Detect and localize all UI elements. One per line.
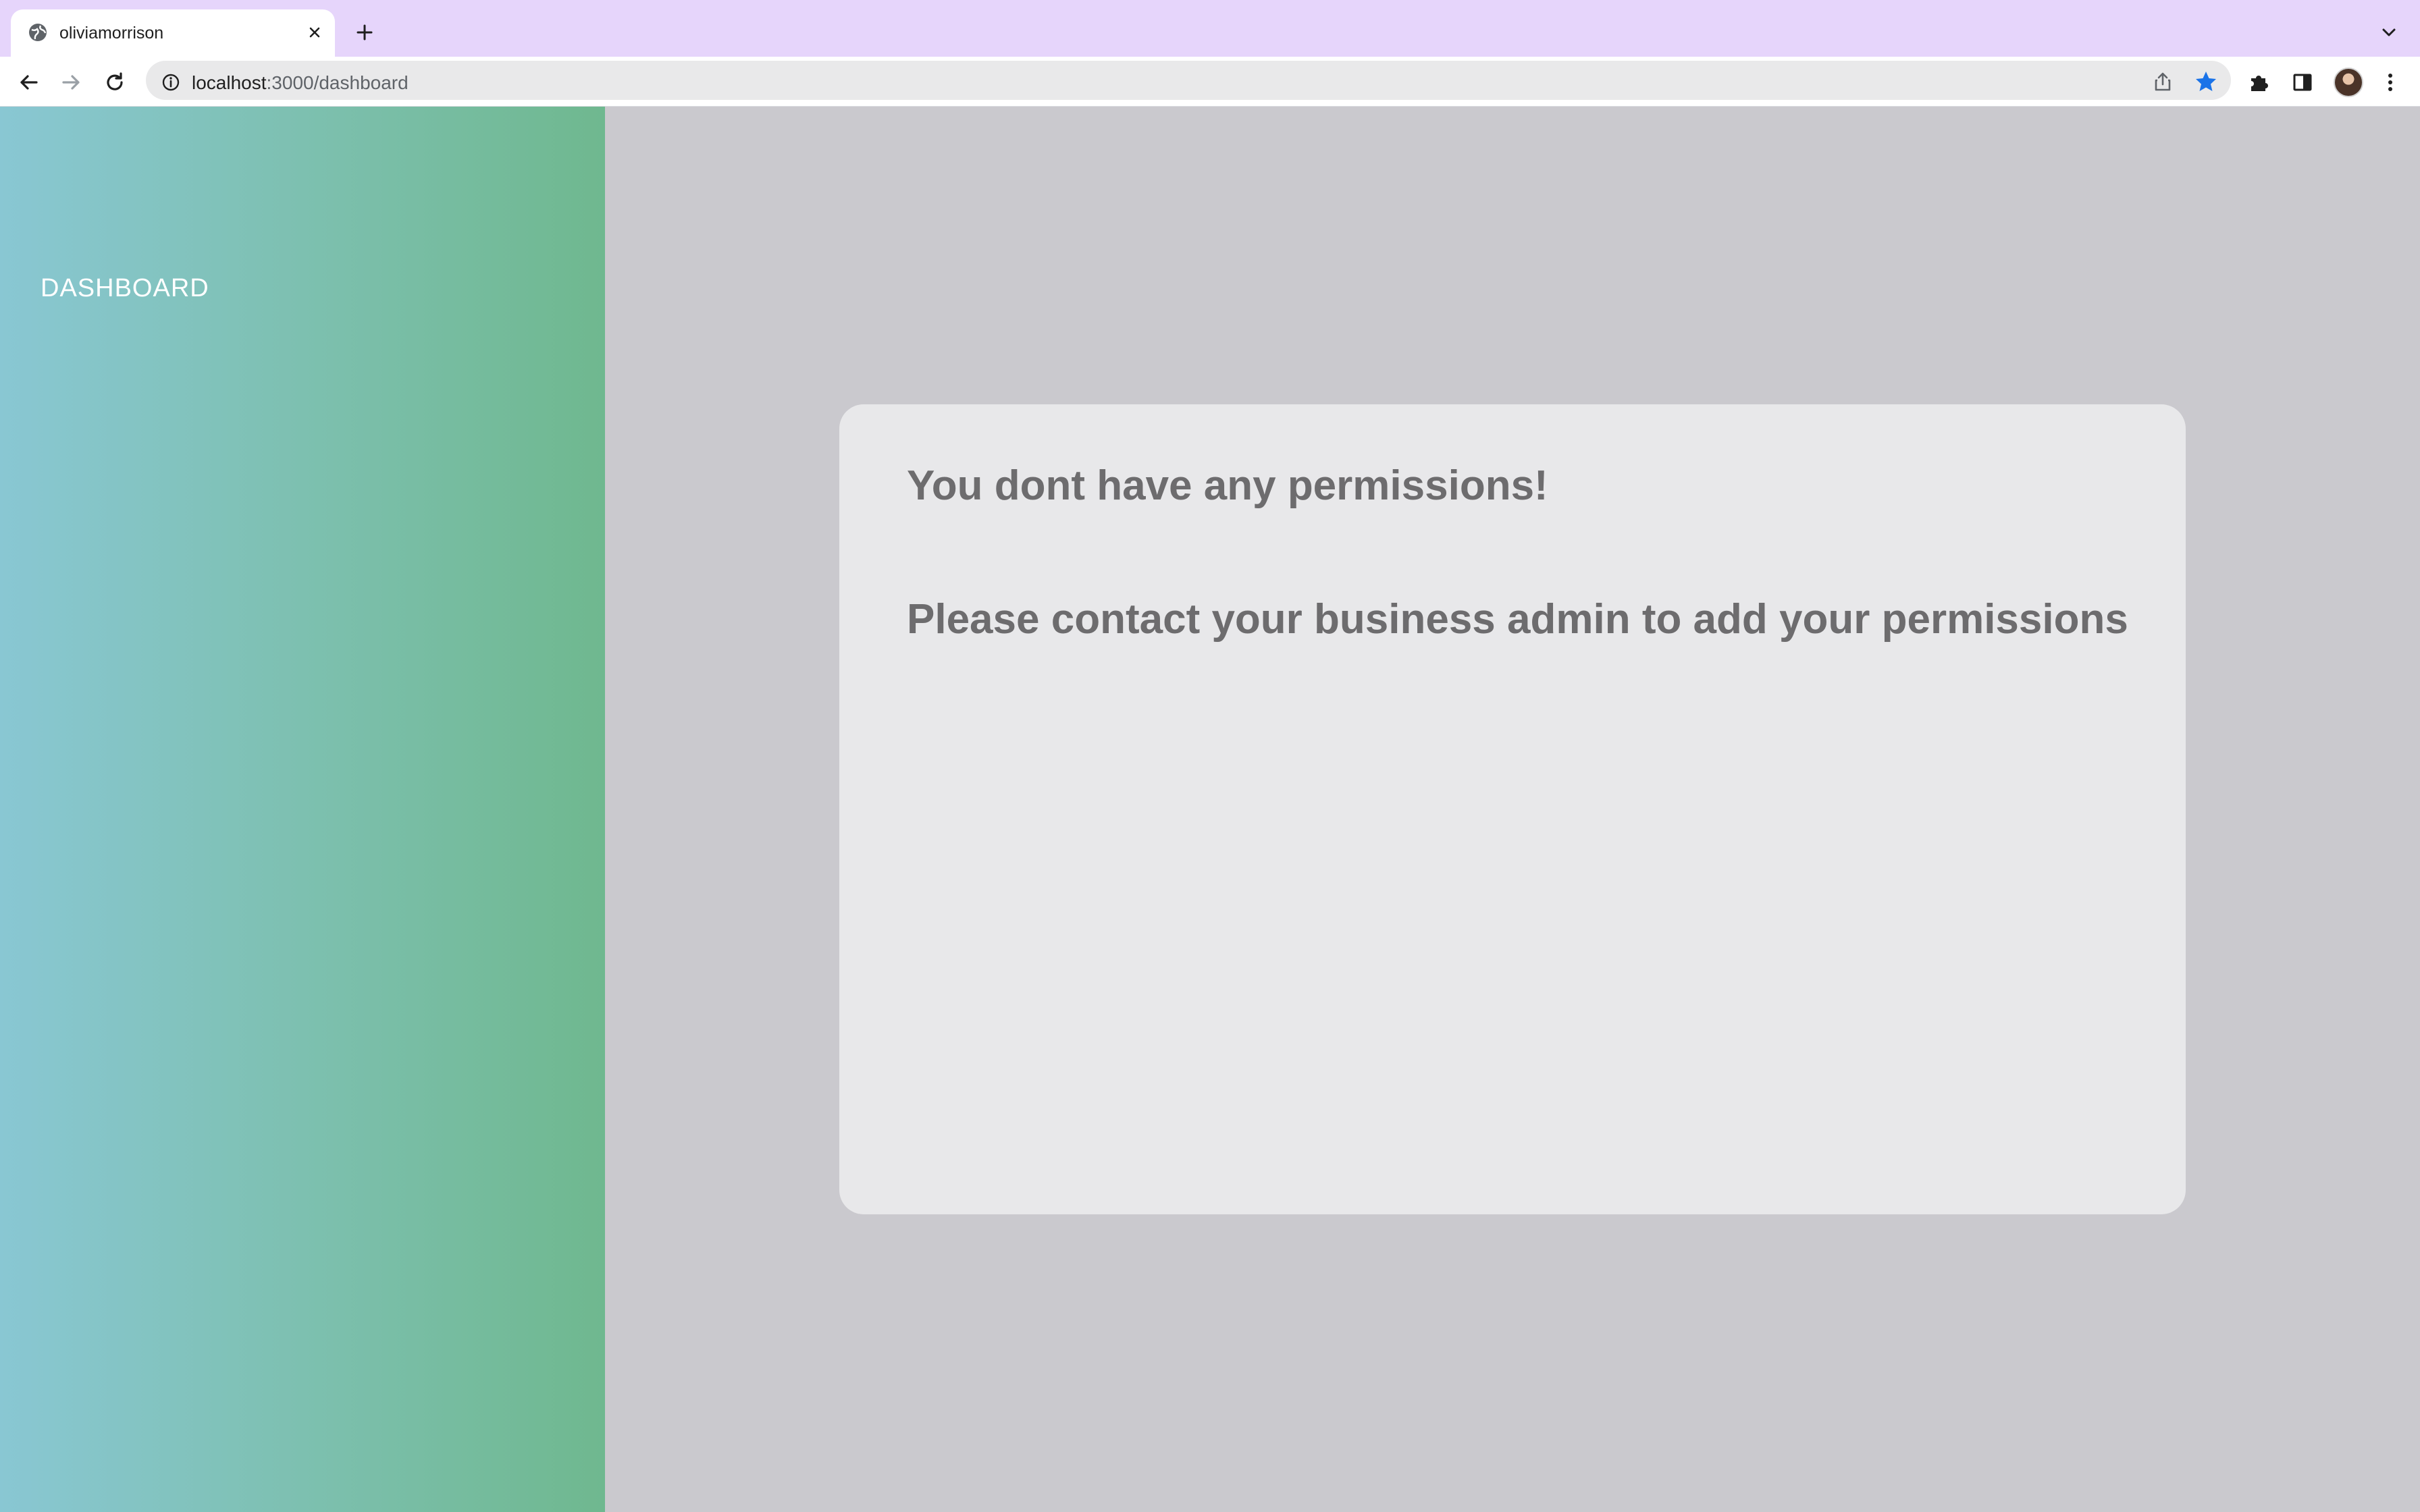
url-path: :3000/dashboard [266,72,409,93]
sidebar-item-dashboard[interactable]: DASHBOARD [41,274,209,303]
tab-strip: oliviamorrison [0,0,2420,57]
info-icon[interactable] [161,72,181,92]
address-bar[interactable] [146,61,2231,100]
back-arrow-icon[interactable] [15,69,42,96]
reload-icon[interactable] [101,69,128,96]
share-icon[interactable] [2151,70,2174,93]
more-vertical-icon[interactable] [2378,70,2402,94]
browser-tab[interactable]: oliviamorrison [11,9,335,57]
browser-toolbar: localhost:3000/dashboard [0,57,2420,107]
tab-title: oliviamorrison [59,24,164,43]
bookmark-star-icon[interactable] [2193,69,2219,94]
profile-avatar[interactable] [2334,68,2363,97]
permissions-card: You dont have any permissions! Please co… [839,404,2186,1214]
url-host: localhost [192,72,267,93]
forward-arrow-icon[interactable] [58,69,85,96]
card-title: You dont have any permissions! [907,462,1548,509]
extensions-puzzle-icon[interactable] [2247,70,2271,94]
sidebar: DASHBOARD [0,107,605,1512]
new-tab-icon[interactable] [352,20,377,45]
url-text[interactable]: localhost:3000/dashboard [192,72,409,94]
chevron-down-icon[interactable] [2378,22,2400,43]
side-panel-icon[interactable] [2290,70,2315,94]
globe-icon [27,22,49,43]
card-message: Please contact your business admin to ad… [907,596,2128,643]
close-icon[interactable] [304,22,325,43]
